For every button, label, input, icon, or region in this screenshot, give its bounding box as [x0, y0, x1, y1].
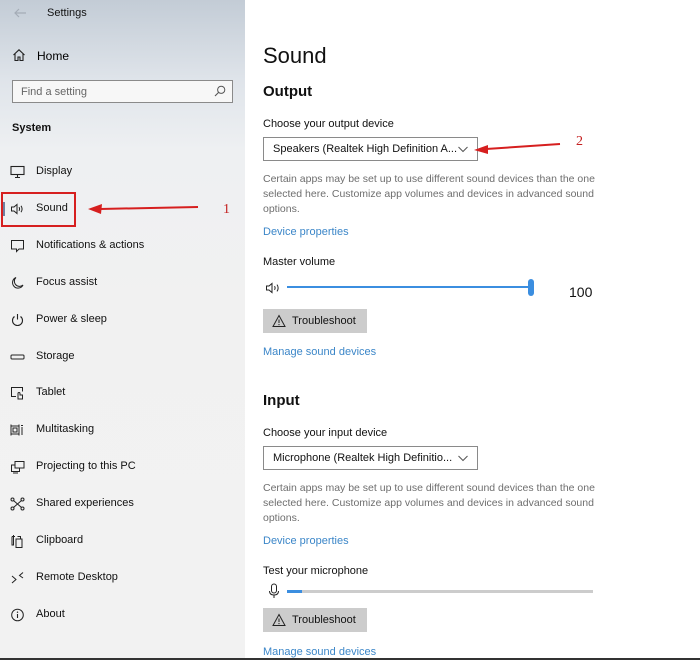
warning-icon	[272, 314, 286, 327]
output-heading: Output	[263, 83, 313, 100]
microphone-level-meter	[287, 590, 593, 593]
storage-icon	[10, 354, 25, 360]
chevron-down-icon	[458, 146, 468, 153]
sidebar-item-label: Sound	[36, 202, 68, 214]
master-volume-value: 100	[569, 284, 593, 300]
home-label: Home	[37, 49, 70, 63]
input-device-label: Choose your input device	[263, 427, 388, 439]
chevron-down-icon	[458, 455, 468, 462]
input-manage-sound-devices-link[interactable]: Manage sound devices	[263, 646, 376, 658]
sidebar-item-label: Tablet	[36, 386, 66, 398]
output-description: Certain apps may be set up to use differ…	[263, 173, 595, 215]
master-volume-label: Master volume	[263, 256, 336, 268]
monitor-icon	[10, 165, 25, 179]
sidebar-item-label: Multitasking	[36, 423, 95, 435]
output-device-label: Choose your output device	[263, 118, 394, 130]
input-device-properties-link[interactable]: Device properties	[263, 535, 349, 547]
input-troubleshoot-button[interactable]: Troubleshoot	[263, 608, 367, 632]
input-description: Certain apps may be set up to use differ…	[263, 482, 595, 524]
sidebar-item-clipboard[interactable]: Clipboard	[0, 526, 245, 556]
title-bar: Settings	[0, 0, 245, 28]
app-title: Settings	[47, 7, 87, 19]
input-device-select[interactable]: Microphone (Realtek High Definitio...	[263, 446, 478, 470]
sidebar-item-shared-experiences[interactable]: Shared experiences	[0, 489, 245, 519]
sidebar-item-about[interactable]: About	[0, 600, 245, 630]
section-label-system: System	[12, 122, 52, 134]
sidebar-item-projecting[interactable]: Projecting to this PC	[0, 452, 245, 482]
output-troubleshoot-button[interactable]: Troubleshoot	[263, 309, 367, 333]
sidebar-item-notifications[interactable]: Notifications & actions	[0, 231, 245, 261]
remote-desktop-icon	[11, 572, 24, 584]
search-box[interactable]	[12, 80, 233, 103]
master-volume-slider-thumb[interactable]	[528, 279, 534, 296]
troubleshoot-label: Troubleshoot	[292, 614, 356, 626]
troubleshoot-label: Troubleshoot	[292, 315, 356, 327]
master-volume-slider-track[interactable]	[287, 286, 531, 288]
output-device-properties-link[interactable]: Device properties	[263, 226, 349, 238]
output-manage-sound-devices-link[interactable]: Manage sound devices	[263, 346, 376, 358]
sidebar-item-tablet[interactable]: Tablet	[0, 378, 245, 408]
sidebar-item-label: Projecting to this PC	[36, 460, 136, 472]
projecting-icon	[11, 461, 25, 474]
speaker-icon[interactable]	[265, 281, 283, 295]
input-device-value: Microphone (Realtek High Definitio...	[273, 452, 453, 464]
input-heading: Input	[263, 392, 300, 409]
sidebar-item-remote-desktop[interactable]: Remote Desktop	[0, 563, 245, 593]
sidebar-item-power-sleep[interactable]: Power & sleep	[0, 305, 245, 335]
arrow-left-icon	[14, 8, 26, 18]
home-icon	[13, 49, 25, 62]
sidebar-item-label: Display	[36, 165, 73, 177]
search-icon[interactable]	[214, 85, 226, 97]
multitasking-icon	[10, 424, 23, 436]
shared-experiences-icon	[10, 497, 25, 511]
power-icon	[12, 314, 23, 327]
sidebar-item-focus-assist[interactable]: Focus assist	[0, 268, 245, 298]
main-content: Sound Output Choose your output device S…	[245, 0, 700, 660]
sidebar-item-label: Notifications & actions	[36, 239, 145, 251]
info-icon	[11, 608, 24, 622]
output-device-select[interactable]: Speakers (Realtek High Definition A...	[263, 137, 478, 161]
microphone-level-fill	[287, 590, 303, 593]
speaker-icon	[11, 203, 23, 215]
sidebar-item-label: Clipboard	[36, 534, 84, 546]
output-device-value: Speakers (Realtek High Definition A...	[273, 143, 458, 155]
warning-icon	[272, 613, 286, 626]
notification-icon	[11, 240, 24, 253]
sidebar-home[interactable]: Home	[0, 44, 245, 68]
moon-icon	[12, 277, 24, 289]
active-indicator	[2, 202, 5, 216]
sidebar-item-label: Remote Desktop	[36, 571, 118, 583]
search-input[interactable]	[13, 81, 208, 102]
sidebar-item-label: Power & sleep	[36, 313, 107, 325]
test-microphone-label: Test your microphone	[263, 565, 369, 577]
sidebar-item-storage[interactable]: Storage	[0, 342, 245, 372]
tablet-icon	[11, 387, 23, 400]
sidebar-item-multitasking[interactable]: Multitasking	[0, 415, 245, 445]
sidebar-item-sound[interactable]: Sound	[0, 194, 245, 224]
sidebar-item-label: Shared experiences	[36, 497, 134, 509]
sidebar-item-label: Focus assist	[36, 276, 98, 288]
sidebar-item-display[interactable]: Display	[0, 157, 245, 187]
sidebar: Settings Home System Display Sound Notif…	[0, 0, 245, 660]
page-title: Sound	[263, 43, 327, 68]
back-button[interactable]	[12, 5, 28, 21]
microphone-icon	[269, 583, 279, 598]
sidebar-item-label: About	[36, 608, 65, 620]
sidebar-item-label: Storage	[36, 350, 75, 362]
clipboard-icon	[11, 535, 23, 548]
